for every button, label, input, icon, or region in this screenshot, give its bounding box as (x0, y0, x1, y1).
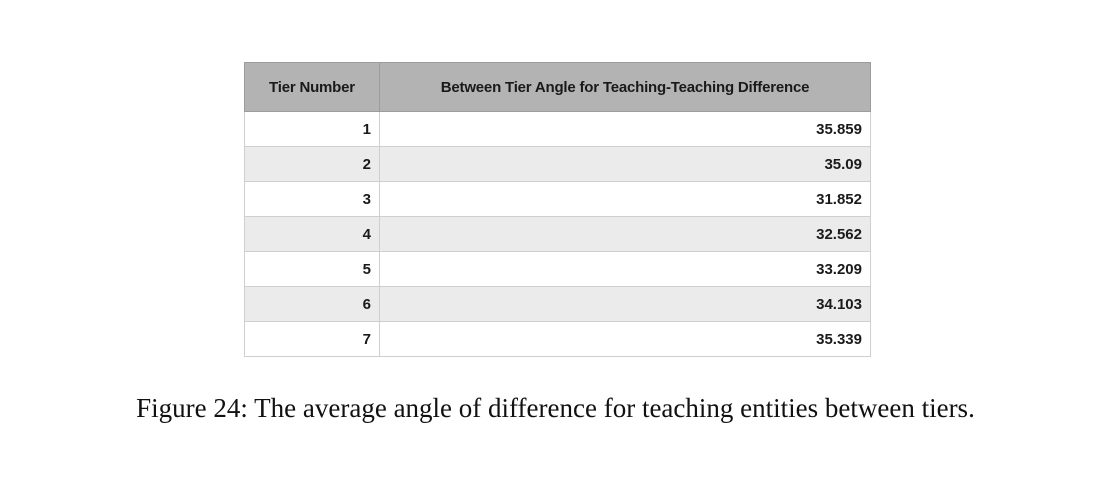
angle-value-cell: 32.562 (379, 216, 871, 252)
tier-number-cell: 6 (244, 286, 380, 322)
angle-value-cell: 34.103 (379, 286, 871, 322)
angle-value-cell: 35.339 (379, 321, 871, 357)
tier-number-cell: 1 (244, 111, 380, 147)
data-table: Tier Number Between Tier Angle for Teach… (244, 62, 871, 357)
table-row: 5 33.209 (244, 251, 871, 287)
angle-value-cell: 35.859 (379, 111, 871, 147)
table-row: 6 34.103 (244, 286, 871, 322)
angle-value-cell: 35.09 (379, 146, 871, 182)
tier-number-cell: 3 (244, 181, 380, 217)
table-row: 1 35.859 (244, 111, 871, 147)
table-row: 4 32.562 (244, 216, 871, 252)
figure-caption: Figure 24: The average angle of differen… (0, 393, 1111, 424)
angle-value-cell: 31.852 (379, 181, 871, 217)
column-header-angle: Between Tier Angle for Teaching-Teaching… (379, 62, 871, 112)
figure-label: Figure 24: (136, 393, 248, 423)
column-header-tier-number: Tier Number (244, 62, 380, 112)
table-row: 3 31.852 (244, 181, 871, 217)
table-row: 2 35.09 (244, 146, 871, 182)
table-header-row: Tier Number Between Tier Angle for Teach… (244, 62, 871, 112)
tier-number-cell: 4 (244, 216, 380, 252)
tier-number-cell: 2 (244, 146, 380, 182)
angle-value-cell: 33.209 (379, 251, 871, 287)
tier-number-cell: 7 (244, 321, 380, 357)
figure-caption-text: The average angle of difference for teac… (254, 393, 975, 423)
tier-number-cell: 5 (244, 251, 380, 287)
table-row: 7 35.339 (244, 321, 871, 357)
